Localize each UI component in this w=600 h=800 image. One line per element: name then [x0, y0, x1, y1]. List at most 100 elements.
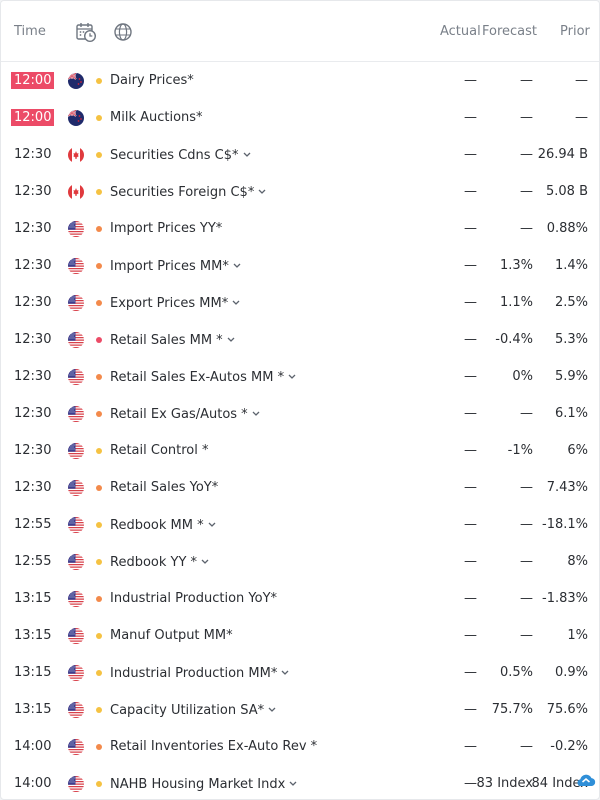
event-name[interactable]: Manuf Output MM* [110, 628, 233, 643]
event-name[interactable]: Industrial Production YoY* [110, 591, 277, 606]
event-name[interactable]: Retail Control * [110, 443, 209, 458]
us-flag-icon [68, 554, 84, 570]
event-name[interactable]: Export Prices MM* [110, 295, 240, 311]
event-row[interactable]: 12:30 Retail Sales Ex-Autos MM * — 0% 5.9% [1, 358, 599, 395]
chevron-down-icon[interactable] [208, 517, 216, 532]
us-flag-icon [68, 776, 84, 792]
event-row[interactable]: 14:00 Retail Inventories Ex-Auto Rev * — — -… [1, 728, 599, 765]
ca-flag-icon [68, 147, 84, 163]
event-time: 12:30 [14, 147, 52, 162]
impact-dot-icon [96, 374, 102, 380]
column-header-time[interactable]: Time [14, 24, 46, 39]
event-name[interactable]: Retail Ex Gas/Autos * [110, 406, 260, 422]
event-row[interactable]: 12:30 Export Prices MM* — 1.1% 2.5% [1, 284, 599, 321]
event-name[interactable]: NAHB Housing Market Indx [110, 776, 297, 792]
event-row[interactable]: 12:55 Redbook YY * — — 8% [1, 543, 599, 580]
event-forecast: 0% [512, 369, 533, 384]
event-time: 12:55 [14, 517, 52, 532]
column-header-prior[interactable]: Prior [560, 24, 590, 39]
event-row[interactable]: 13:15 Industrial Production YoY* — — -1.83% [1, 580, 599, 617]
event-time: 13:15 [14, 591, 52, 606]
event-actual: — [464, 332, 477, 347]
chevron-down-icon[interactable] [281, 665, 289, 680]
event-row[interactable]: 12:30 Retail Sales YoY* — — 7.43% [1, 469, 599, 506]
event-name[interactable]: Import Prices MM* [110, 258, 241, 274]
chevron-down-icon[interactable] [201, 554, 209, 569]
event-time: 12:30 [14, 332, 52, 347]
event-name[interactable]: Milk Auctions* [110, 110, 203, 125]
event-name[interactable]: Retail Sales MM * [110, 332, 235, 348]
event-row[interactable]: 13:15 Manuf Output MM* — — 1% [1, 617, 599, 654]
impact-dot-icon [96, 670, 102, 676]
event-row[interactable]: 12:00 Dairy Prices* — — — [1, 62, 599, 99]
chevron-down-icon[interactable] [233, 258, 241, 273]
event-row[interactable]: 14:00 NAHB Housing Market Indx —83 Index 84… [1, 765, 599, 799]
event-forecast: -1% [507, 443, 533, 458]
impact-dot-icon [96, 448, 102, 454]
event-name-text: Industrial Production MM* [110, 666, 278, 681]
event-name[interactable]: Securities Foreign C$* [110, 184, 266, 200]
chevron-down-icon[interactable] [227, 332, 235, 347]
impact-dot-icon [96, 115, 102, 121]
event-row[interactable]: 12:55 Redbook MM * — — -18.1% [1, 506, 599, 543]
event-name[interactable]: Retail Sales Ex-Autos MM * [110, 369, 296, 385]
column-header-actual[interactable]: Actual [440, 24, 481, 39]
event-prior: 7.43% [546, 480, 588, 495]
event-name-text: Import Prices MM* [110, 259, 229, 274]
event-row[interactable]: 12:30 Import Prices YY* — — 0.88% [1, 210, 599, 247]
event-time: 14:00 [14, 739, 52, 754]
event-name[interactable]: Retail Sales YoY* [110, 480, 218, 495]
event-name[interactable]: Dairy Prices* [110, 73, 194, 88]
chevron-down-icon[interactable] [268, 702, 276, 717]
event-forecast: — [520, 147, 533, 162]
us-flag-icon [68, 258, 84, 274]
column-header-forecast[interactable]: Forecast [482, 24, 537, 39]
event-name[interactable]: Import Prices YY* [110, 221, 222, 236]
event-row[interactable]: 12:30 Retail Ex Gas/Autos * — — 6.1% [1, 395, 599, 432]
event-time: 13:15 [14, 702, 52, 717]
event-forecast: 1.1% [499, 295, 533, 310]
event-actual: — [464, 591, 477, 606]
event-name-text: Retail Sales Ex-Autos MM * [110, 370, 285, 385]
chevron-down-icon[interactable] [258, 184, 266, 199]
ca-flag-icon [68, 184, 84, 200]
event-name[interactable]: Retail Inventories Ex-Auto Rev * [110, 739, 317, 754]
us-flag-icon [68, 406, 84, 422]
nz-flag-icon [68, 73, 84, 89]
event-name-text: Retail Control * [110, 443, 209, 458]
event-actual: — [464, 702, 477, 717]
us-flag-icon [68, 517, 84, 533]
event-row[interactable]: 13:15 Capacity Utilization SA* — 75.7% 75.6% [1, 691, 599, 728]
event-row[interactable]: 12:30 Import Prices MM* — 1.3% 1.4% [1, 247, 599, 284]
event-prior: 0.88% [546, 221, 588, 236]
event-forecast: — [520, 628, 533, 643]
event-row[interactable]: 13:15 Industrial Production MM* — 0.5% 0.9% [1, 654, 599, 691]
event-name[interactable]: Industrial Production MM* [110, 665, 289, 681]
event-prior: 6% [567, 443, 588, 458]
event-name[interactable]: Redbook YY * [110, 554, 209, 570]
chevron-down-icon[interactable] [288, 369, 296, 384]
chevron-down-icon[interactable] [289, 776, 297, 791]
event-row[interactable]: 12:30 Securities Foreign C$* — — 5.08 B [1, 173, 599, 210]
calendar-clock-icon[interactable] [75, 21, 97, 43]
event-time: 12:30 [14, 258, 52, 273]
event-actual: — [464, 665, 477, 680]
event-name[interactable]: Securities Cdns C$* [110, 147, 251, 163]
event-time: 12:30 [14, 369, 52, 384]
impact-dot-icon [96, 337, 102, 343]
event-name[interactable]: Redbook MM * [110, 517, 216, 533]
event-actual: — [464, 517, 477, 532]
event-row[interactable]: 12:30 Retail Sales MM * — -0.4% 5.3% [1, 321, 599, 358]
event-prior: -0.2% [550, 739, 588, 754]
event-row[interactable]: 12:00 Milk Auctions* — — — [1, 99, 599, 136]
globe-icon[interactable] [113, 22, 133, 42]
event-row[interactable]: 12:30 Retail Control * — -1% 6% [1, 432, 599, 469]
event-prior: 5.08 B [546, 184, 588, 199]
event-time: 13:15 [14, 628, 52, 643]
chevron-down-icon[interactable] [252, 406, 260, 421]
chevron-down-icon[interactable] [232, 295, 240, 310]
event-row[interactable]: 12:30 Securities Cdns C$* — — 26.94 B [1, 136, 599, 173]
cloud-sync-icon[interactable] [575, 771, 597, 791]
chevron-down-icon[interactable] [243, 147, 251, 162]
event-name[interactable]: Capacity Utilization SA* [110, 702, 276, 718]
